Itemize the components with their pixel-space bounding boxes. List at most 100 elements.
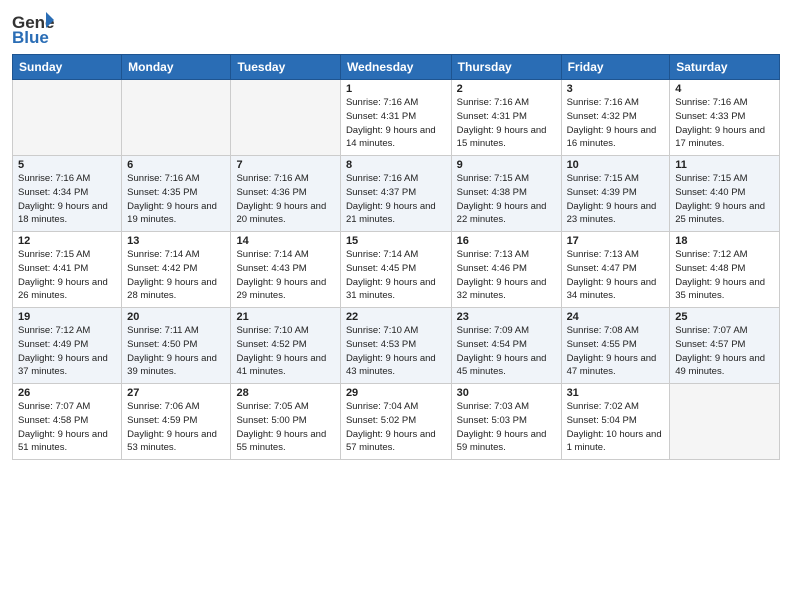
sunrise-text: Sunrise: 7:14 AM <box>127 249 199 260</box>
sunrise-text: Sunrise: 7:05 AM <box>236 401 308 412</box>
day-info: Sunrise: 7:07 AMSunset: 4:58 PMDaylight:… <box>18 400 116 455</box>
sunrise-text: Sunrise: 7:02 AM <box>567 401 639 412</box>
daylight-text: Daylight: 9 hours and 14 minutes. <box>346 125 436 150</box>
day-cell: 26Sunrise: 7:07 AMSunset: 4:58 PMDayligh… <box>13 384 122 460</box>
sunrise-text: Sunrise: 7:08 AM <box>567 325 639 336</box>
header: General Blue <box>12 10 780 46</box>
day-number: 27 <box>127 387 225 399</box>
sunset-text: Sunset: 4:59 PM <box>127 415 197 426</box>
day-info: Sunrise: 7:16 AMSunset: 4:32 PMDaylight:… <box>567 96 665 151</box>
day-cell: 3Sunrise: 7:16 AMSunset: 4:32 PMDaylight… <box>561 80 670 156</box>
sunset-text: Sunset: 4:31 PM <box>457 111 527 122</box>
sunset-text: Sunset: 4:45 PM <box>346 263 416 274</box>
day-cell: 27Sunrise: 7:06 AMSunset: 4:59 PMDayligh… <box>122 384 231 460</box>
sunrise-text: Sunrise: 7:14 AM <box>236 249 308 260</box>
day-number: 31 <box>567 387 665 399</box>
day-cell: 7Sunrise: 7:16 AMSunset: 4:36 PMDaylight… <box>231 156 340 232</box>
sunset-text: Sunset: 4:48 PM <box>675 263 745 274</box>
sunrise-text: Sunrise: 7:15 AM <box>457 173 529 184</box>
daylight-text: Daylight: 9 hours and 28 minutes. <box>127 277 217 302</box>
sunset-text: Sunset: 4:53 PM <box>346 339 416 350</box>
sunrise-text: Sunrise: 7:12 AM <box>18 325 90 336</box>
day-cell: 21Sunrise: 7:10 AMSunset: 4:52 PMDayligh… <box>231 308 340 384</box>
sunrise-text: Sunrise: 7:04 AM <box>346 401 418 412</box>
day-cell: 12Sunrise: 7:15 AMSunset: 4:41 PMDayligh… <box>13 232 122 308</box>
sunrise-text: Sunrise: 7:12 AM <box>675 249 747 260</box>
calendar-table: SundayMondayTuesdayWednesdayThursdayFrid… <box>12 54 780 460</box>
day-info: Sunrise: 7:15 AMSunset: 4:40 PMDaylight:… <box>675 172 774 227</box>
sunset-text: Sunset: 4:46 PM <box>457 263 527 274</box>
day-cell: 31Sunrise: 7:02 AMSunset: 5:04 PMDayligh… <box>561 384 670 460</box>
week-row-4: 19 Sunrise: 7:12 AM Sunset: 4:49 PM Dayligh… <box>13 308 780 384</box>
sunset-text: Sunset: 4:36 PM <box>236 187 306 198</box>
day-cell <box>231 80 340 156</box>
day-info: Sunrise: 7:14 AMSunset: 4:45 PMDaylight:… <box>346 248 446 303</box>
sunset-text: Sunset: 4:57 PM <box>675 339 745 350</box>
daylight-text: Daylight: 9 hours and 31 minutes. <box>346 277 436 302</box>
sunrise-text: Sunrise: 7:15 AM <box>567 173 639 184</box>
day-number: 7 <box>236 159 334 171</box>
day-number: 12 <box>18 235 116 247</box>
day-number: 19 <box>18 311 116 323</box>
day-number: 1 <box>346 83 446 95</box>
weekday-header-wednesday: Wednesday <box>340 55 451 80</box>
day-cell: 6Sunrise: 7:16 AMSunset: 4:35 PMDaylight… <box>122 156 231 232</box>
weekday-header-tuesday: Tuesday <box>231 55 340 80</box>
sunset-text: Sunset: 4:58 PM <box>18 415 88 426</box>
day-cell <box>670 384 780 460</box>
day-info: Sunrise: 7:12 AMSunset: 4:48 PMDaylight:… <box>675 248 774 303</box>
daylight-text: Daylight: 9 hours and 25 minutes. <box>675 201 765 226</box>
day-info: Sunrise: 7:15 AMSunset: 4:39 PMDaylight:… <box>567 172 665 227</box>
day-number: 6 <box>127 159 225 171</box>
sunrise-text: Sunrise: 7:13 AM <box>567 249 639 260</box>
sunrise-text: Sunrise: 7:07 AM <box>18 401 90 412</box>
day-number: 24 <box>567 311 665 323</box>
day-info: Sunrise: 7:09 AMSunset: 4:54 PMDaylight:… <box>457 324 556 379</box>
svg-text:Blue: Blue <box>12 28 49 46</box>
day-cell: 29Sunrise: 7:04 AMSunset: 5:02 PMDayligh… <box>340 384 451 460</box>
day-number: 10 <box>567 159 665 171</box>
day-number: 29 <box>346 387 446 399</box>
sunset-text: Sunset: 4:41 PM <box>18 263 88 274</box>
daylight-text: Daylight: 9 hours and 22 minutes. <box>457 201 547 226</box>
daylight-text: Daylight: 9 hours and 29 minutes. <box>236 277 326 302</box>
sunset-text: Sunset: 4:42 PM <box>127 263 197 274</box>
sunset-text: Sunset: 4:37 PM <box>346 187 416 198</box>
sunset-text: Sunset: 4:47 PM <box>567 263 637 274</box>
daylight-text: Daylight: 9 hours and 39 minutes. <box>127 353 217 378</box>
day-number: 9 <box>457 159 556 171</box>
day-number: 23 <box>457 311 556 323</box>
day-info: Sunrise: 7:16 AMSunset: 4:36 PMDaylight:… <box>236 172 334 227</box>
sunrise-text: Sunrise: 7:09 AM <box>457 325 529 336</box>
day-info: Sunrise: 7:08 AMSunset: 4:55 PMDaylight:… <box>567 324 665 379</box>
sunset-text: Sunset: 5:00 PM <box>236 415 306 426</box>
sunset-text: Sunset: 4:49 PM <box>18 339 88 350</box>
day-cell: 30Sunrise: 7:03 AMSunset: 5:03 PMDayligh… <box>451 384 561 460</box>
week-row-5: 26 Sunrise: 7:07 AM Sunset: 4:58 PM Dayligh… <box>13 384 780 460</box>
logo: General Blue <box>12 10 56 46</box>
daylight-text: Daylight: 9 hours and 59 minutes. <box>457 429 547 454</box>
sunset-text: Sunset: 4:33 PM <box>675 111 745 122</box>
daylight-text: Daylight: 9 hours and 18 minutes. <box>18 201 108 226</box>
sunset-text: Sunset: 5:04 PM <box>567 415 637 426</box>
day-info: Sunrise: 7:10 AMSunset: 4:53 PMDaylight:… <box>346 324 446 379</box>
day-info: Sunrise: 7:16 AMSunset: 4:33 PMDaylight:… <box>675 96 774 151</box>
daylight-text: Daylight: 9 hours and 45 minutes. <box>457 353 547 378</box>
day-info: Sunrise: 7:16 AMSunset: 4:31 PMDaylight:… <box>457 96 556 151</box>
day-number: 20 <box>127 311 225 323</box>
daylight-text: Daylight: 9 hours and 16 minutes. <box>567 125 657 150</box>
day-cell: 24Sunrise: 7:08 AMSunset: 4:55 PMDayligh… <box>561 308 670 384</box>
day-cell: 4Sunrise: 7:16 AMSunset: 4:33 PMDaylight… <box>670 80 780 156</box>
day-cell: 2Sunrise: 7:16 AMSunset: 4:31 PMDaylight… <box>451 80 561 156</box>
day-cell: 18Sunrise: 7:12 AMSunset: 4:48 PMDayligh… <box>670 232 780 308</box>
sunrise-text: Sunrise: 7:13 AM <box>457 249 529 260</box>
day-info: Sunrise: 7:16 AMSunset: 4:34 PMDaylight:… <box>18 172 116 227</box>
sunrise-text: Sunrise: 7:16 AM <box>346 97 418 108</box>
day-number: 15 <box>346 235 446 247</box>
sunset-text: Sunset: 5:02 PM <box>346 415 416 426</box>
day-info: Sunrise: 7:14 AMSunset: 4:43 PMDaylight:… <box>236 248 334 303</box>
day-info: Sunrise: 7:13 AMSunset: 4:46 PMDaylight:… <box>457 248 556 303</box>
daylight-text: Daylight: 9 hours and 37 minutes. <box>18 353 108 378</box>
weekday-header-sunday: Sunday <box>13 55 122 80</box>
day-number: 26 <box>18 387 116 399</box>
